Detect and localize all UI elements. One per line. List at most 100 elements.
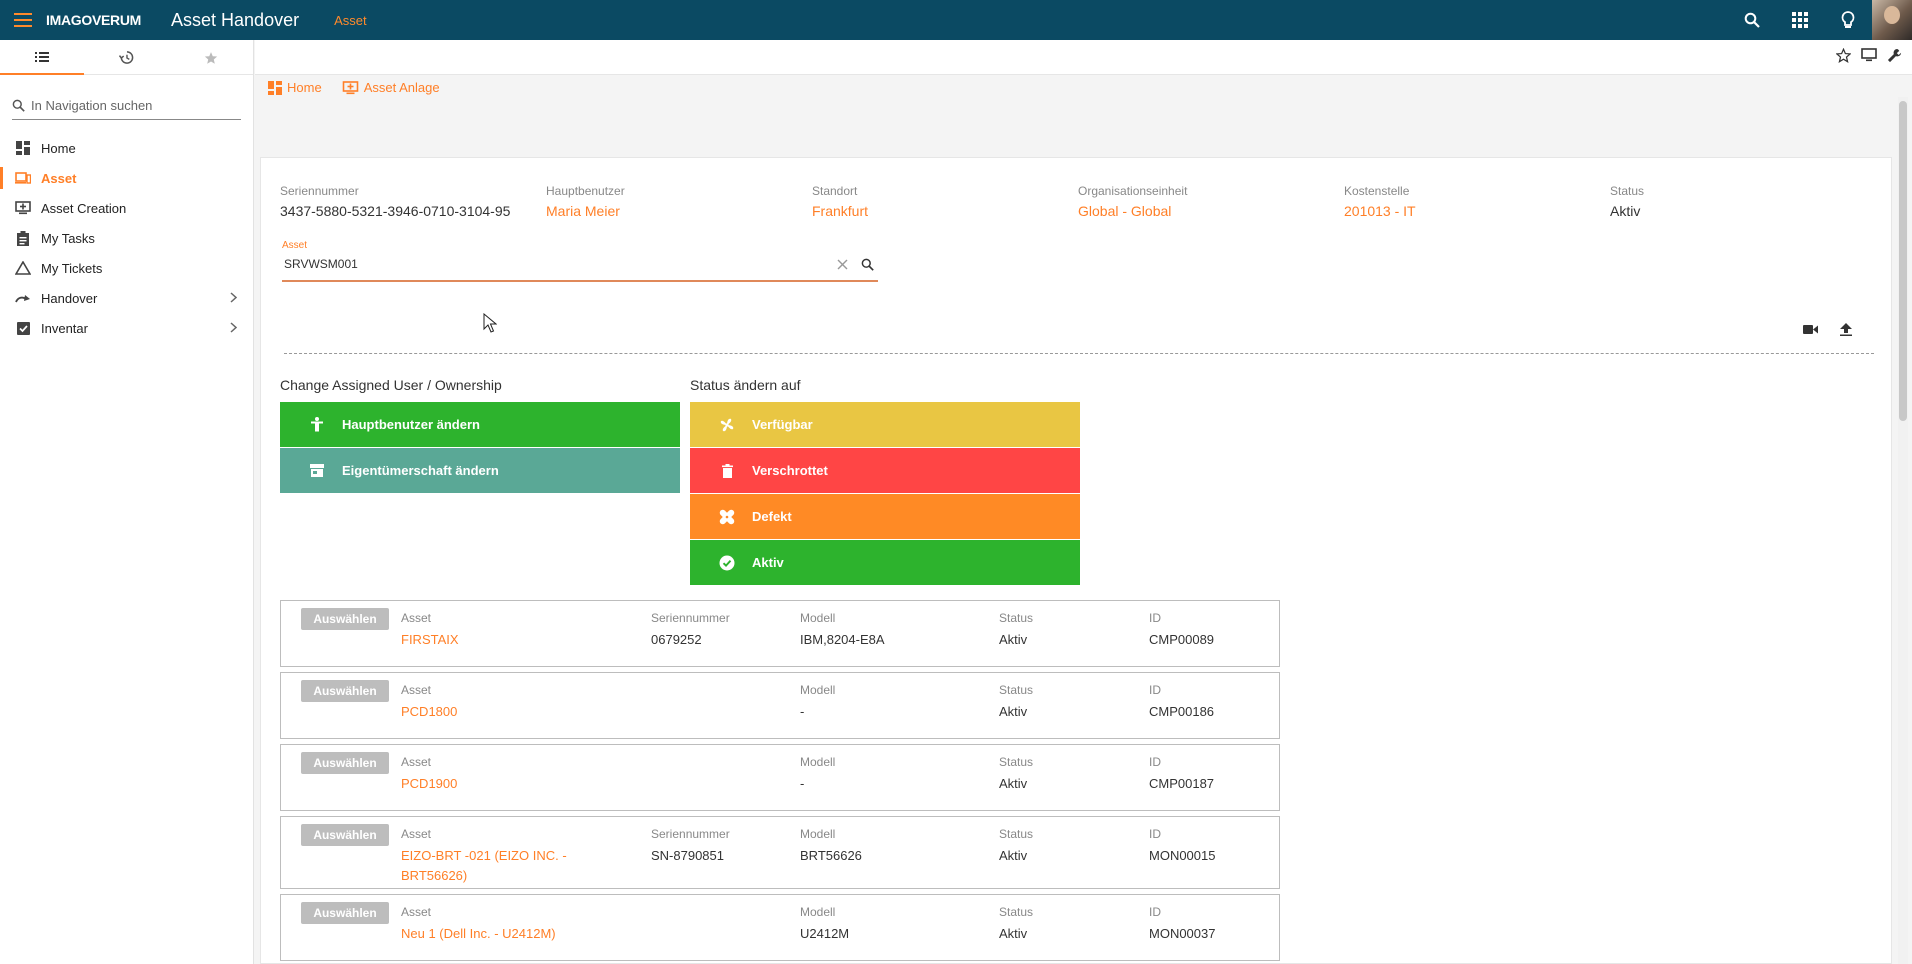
sidebar-item-label: Inventar <box>41 320 88 336</box>
status-value: Aktiv <box>1610 203 1641 219</box>
asset-input-label: Asset <box>282 240 308 251</box>
tab-favorites[interactable] <box>169 40 253 75</box>
model-value: IBM,8204-E8A <box>800 632 885 647</box>
asset-link[interactable]: FIRSTAIX <box>401 630 459 650</box>
sidebar-item-asset[interactable]: Asset <box>0 163 253 193</box>
monitor-icon[interactable] <box>1861 48 1877 66</box>
breadcrumb-asset-anlage-label: Asset Anlage <box>363 80 440 95</box>
avatar[interactable] <box>1872 0 1912 40</box>
status-field: Status Aktiv <box>1610 184 1644 219</box>
asset-input[interactable] <box>284 257 824 271</box>
status-col-label: Status <box>999 827 1034 841</box>
apps-grid-icon[interactable] <box>1776 0 1824 40</box>
sidebar-item-asset-creation[interactable]: Asset Creation <box>0 193 253 223</box>
tab-navigation[interactable] <box>0 40 85 75</box>
chevron-right-icon <box>230 291 238 306</box>
asset-details: Seriennummer 3437-5880-5321-3946-0710-31… <box>280 184 1880 224</box>
breadcrumb-home[interactable]: Home <box>268 80 322 95</box>
dashboard-icon <box>268 80 282 95</box>
divider <box>284 353 1874 354</box>
clear-icon[interactable] <box>837 258 848 273</box>
sidebar-item-handover[interactable]: Handover <box>0 283 253 313</box>
menu-icon[interactable] <box>0 0 46 40</box>
wrench-icon[interactable] <box>1887 48 1902 66</box>
navigation-search[interactable] <box>12 91 241 120</box>
dashboard-icon <box>15 140 31 156</box>
serial-value: 3437-5880-5321-3946-0710-3104-95 <box>280 203 511 219</box>
change-ownership-label: Eigentümerschaft ändern <box>342 463 499 478</box>
check-circle-icon <box>712 555 742 571</box>
sidebar-item-label: Asset <box>41 170 77 186</box>
model-col-label: Modell <box>800 905 836 919</box>
select-button[interactable]: Auswählen <box>301 608 389 630</box>
status-label: Status <box>1610 184 1645 198</box>
model-value: - <box>800 776 805 791</box>
sidebar: Home Asset Asset Creation My Tasks My Ti… <box>0 40 254 964</box>
search-icon[interactable] <box>1728 0 1776 40</box>
select-button[interactable]: Auswählen <box>301 902 389 924</box>
asset-col-label: Asset <box>401 683 432 697</box>
change-main-user-button[interactable]: Hauptbenutzer ändern <box>280 402 680 447</box>
asset-row: Auswählen Asset EIZO-BRT -021 (EIZO INC. … <box>280 816 1280 889</box>
id-col-label: ID <box>1149 755 1161 769</box>
main-user-label: Hauptbenutzer <box>546 184 625 198</box>
sidebar-item-my-tasks[interactable]: My Tasks <box>0 223 253 253</box>
upload-icon[interactable] <box>1840 323 1852 339</box>
sidebar-item-label: Home <box>41 140 76 156</box>
main-user-link[interactable]: Maria Meier <box>546 203 625 219</box>
sidebar-item-home[interactable]: Home <box>0 133 253 163</box>
location-link[interactable]: Frankfurt <box>812 203 868 219</box>
status-value: Aktiv <box>999 632 1028 647</box>
model-value: U2412M <box>800 926 850 941</box>
select-button[interactable]: Auswählen <box>301 752 389 774</box>
sidebar-item-inventar[interactable]: Inventar <box>0 313 253 343</box>
breadcrumb: Home Asset Anlage <box>268 80 440 95</box>
id-col-label: ID <box>1149 611 1161 625</box>
status-col-label: Status <box>999 755 1034 769</box>
status-available-button[interactable]: Verfügbar <box>690 402 1080 447</box>
org-unit-link[interactable]: Global - Global <box>1078 203 1187 219</box>
model-col-label: Modell <box>800 683 836 697</box>
chevron-right-icon <box>230 321 238 336</box>
scrollbar[interactable] <box>1898 97 1908 964</box>
lightbulb-icon[interactable] <box>1824 0 1872 40</box>
asset-col-label: Asset <box>401 827 432 841</box>
id-col-label: ID <box>1149 683 1161 697</box>
location-field: Standort Frankfurt <box>812 184 868 219</box>
tab-history[interactable] <box>84 40 168 75</box>
id-value: CMP00187 <box>1149 776 1215 791</box>
brand-logo: IMAGOVERUM <box>46 12 142 28</box>
trash-icon <box>712 463 742 478</box>
status-value: Aktiv <box>999 926 1028 941</box>
select-button[interactable]: Auswählen <box>301 824 389 846</box>
search-icon[interactable] <box>861 258 874 274</box>
status-scrapped-button[interactable]: Verschrottet <box>690 448 1080 493</box>
asset-add-icon <box>15 200 31 216</box>
asset-search-field[interactable]: Asset <box>282 240 878 282</box>
search-icon <box>12 99 25 112</box>
app-module[interactable]: Asset <box>334 13 367 28</box>
store-icon <box>302 464 332 477</box>
app-title: Asset Handover <box>171 9 300 30</box>
cost-center-link[interactable]: 201013 - IT <box>1344 203 1416 219</box>
status-defect-button[interactable]: Defekt <box>690 494 1080 539</box>
sidebar-item-my-tickets[interactable]: My Tickets <box>0 253 253 283</box>
status-active-label: Aktiv <box>752 555 784 570</box>
asset-row: Auswählen Asset Neu 1 (Dell Inc. - U2412M… <box>280 894 1280 961</box>
asset-link[interactable]: PCD1900 <box>401 774 457 794</box>
change-ownership-button[interactable]: Eigentümerschaft ändern <box>280 448 680 493</box>
breadcrumb-asset-anlage[interactable]: Asset Anlage <box>342 80 440 95</box>
asset-link[interactable]: EIZO-BRT -021 (EIZO INC. - BRT56626) <box>401 846 591 886</box>
select-button[interactable]: Auswählen <box>301 680 389 702</box>
ownership-title: Change Assigned User / Ownership <box>280 377 502 393</box>
status-defect-label: Defekt <box>752 509 792 524</box>
navigation-search-input[interactable] <box>31 97 231 113</box>
video-camera-icon[interactable] <box>1803 323 1818 339</box>
fan-icon <box>712 417 742 433</box>
status-active-button[interactable]: Aktiv <box>690 540 1080 585</box>
scrollbar-thumb[interactable] <box>1899 101 1907 421</box>
asset-link[interactable]: PCD1800 <box>401 702 457 722</box>
star-outline-icon[interactable] <box>1835 47 1852 66</box>
sidebar-item-label: Handover <box>41 290 98 306</box>
asset-link[interactable]: Neu 1 (Dell Inc. - U2412M) <box>401 924 556 944</box>
